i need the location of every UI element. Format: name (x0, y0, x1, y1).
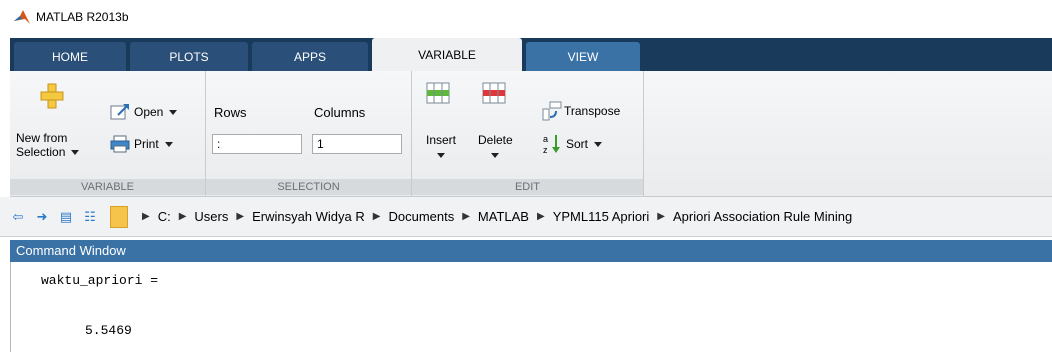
selection-group: Rows Columns : 1 SELECTION (206, 71, 412, 197)
variable-group-label: VARIABLE (10, 179, 205, 195)
tab-apps[interactable]: APPS (252, 42, 368, 71)
window-title: MATLAB R2013b (36, 10, 129, 24)
command-window[interactable]: waktu_apriori = 5.5469 (10, 262, 1052, 352)
new-from-selection-label-line2: Selection (16, 145, 66, 159)
svg-text:a: a (543, 134, 548, 144)
edit-group-label: EDIT (412, 179, 643, 195)
path-separator-icon: ▶ (536, 211, 545, 222)
tab-view[interactable]: VIEW (526, 42, 640, 71)
delete-icon (482, 82, 506, 104)
path-separator-icon: ▶ (178, 211, 187, 222)
insert-button[interactable]: Insert (426, 133, 456, 158)
path-separator-icon: ▶ (236, 211, 245, 222)
selection-group-label: SELECTION (206, 179, 411, 195)
breadcrumb-drive[interactable]: C: (158, 209, 171, 224)
print-label: Print (134, 137, 159, 151)
sort-az-icon: a z (543, 134, 560, 155)
delete-label: Delete (478, 133, 513, 147)
breadcrumb-subfolder[interactable]: Apriori Association Rule Mining (673, 209, 852, 224)
output-variable-line: waktu_apriori = (41, 273, 159, 288)
title-bar: MATLAB R2013b (0, 0, 1052, 34)
output-value-line: 5.5469 (85, 323, 132, 338)
folder-icon (110, 205, 128, 228)
chevron-down-icon (169, 109, 178, 115)
tab-variable[interactable]: VARIABLE (372, 38, 522, 71)
insert-icon (426, 82, 450, 104)
insert-label: Insert (426, 133, 457, 147)
breadcrumb-documents[interactable]: Documents (388, 209, 454, 224)
path-separator-icon: ▶ (657, 211, 665, 222)
breadcrumb-users[interactable]: Users (194, 209, 228, 224)
new-from-selection-label-line1: New from (16, 131, 68, 145)
browse-folder-icon[interactable]: ☷ (80, 207, 100, 227)
chevron-down-icon (437, 153, 445, 158)
transpose-button[interactable]: Transpose (542, 101, 620, 121)
forward-arrow-icon[interactable]: ➜ (32, 207, 52, 227)
printer-icon (110, 135, 130, 153)
breadcrumb-matlab[interactable]: MATLAB (478, 209, 529, 224)
new-from-selection-icon (40, 83, 64, 109)
delete-button[interactable]: Delete (478, 133, 513, 158)
chevron-down-icon (71, 149, 80, 155)
columns-field[interactable]: 1 (312, 134, 402, 154)
chevron-down-icon (491, 153, 500, 158)
variable-group: New from Selection Open Print VARIABLE (10, 71, 206, 197)
open-icon (110, 104, 129, 120)
transpose-icon (542, 101, 562, 121)
columns-label: Columns (314, 105, 366, 120)
sort-label: Sort (566, 137, 589, 151)
path-separator-icon: ▶ (142, 211, 150, 222)
edit-group: Insert Delete Transpose a z Sort EDIT (412, 71, 644, 197)
breadcrumb-project[interactable]: YPML115 Apriori (553, 209, 650, 224)
svg-text:z: z (543, 145, 548, 155)
path-separator-icon: ▶ (372, 211, 381, 222)
current-folder-bar: ⇦ ➜ ▤ ☷ ▶ C: ▶ Users ▶ Erwinsyah Widya R… (0, 197, 1052, 237)
rows-label: Rows (214, 105, 247, 120)
open-button[interactable]: Open (110, 103, 178, 121)
up-folder-icon[interactable]: ▤ (56, 207, 76, 227)
command-window-header[interactable]: Command Window (10, 240, 1052, 262)
toolstrip: New from Selection Open Print VARIABLE R… (10, 71, 1052, 197)
sort-button[interactable]: a z Sort (542, 133, 603, 155)
open-label: Open (134, 105, 164, 119)
back-arrow-icon[interactable]: ⇦ (8, 207, 28, 227)
print-button[interactable]: Print (110, 135, 173, 153)
rows-field[interactable]: : (212, 134, 302, 154)
new-from-selection-button[interactable]: New from Selection (16, 131, 80, 159)
tab-home[interactable]: HOME (14, 42, 126, 71)
chevron-down-icon (594, 141, 603, 147)
tab-plots[interactable]: PLOTS (130, 42, 248, 71)
chevron-down-icon (164, 141, 173, 147)
matlab-logo-icon (14, 10, 30, 24)
breadcrumb-user[interactable]: Erwinsyah Widya R (252, 209, 365, 224)
transpose-label: Transpose (564, 104, 621, 118)
path-separator-icon: ▶ (462, 211, 470, 222)
toolstrip-tabs: HOME PLOTS APPS VARIABLE VIEW (10, 38, 1052, 71)
